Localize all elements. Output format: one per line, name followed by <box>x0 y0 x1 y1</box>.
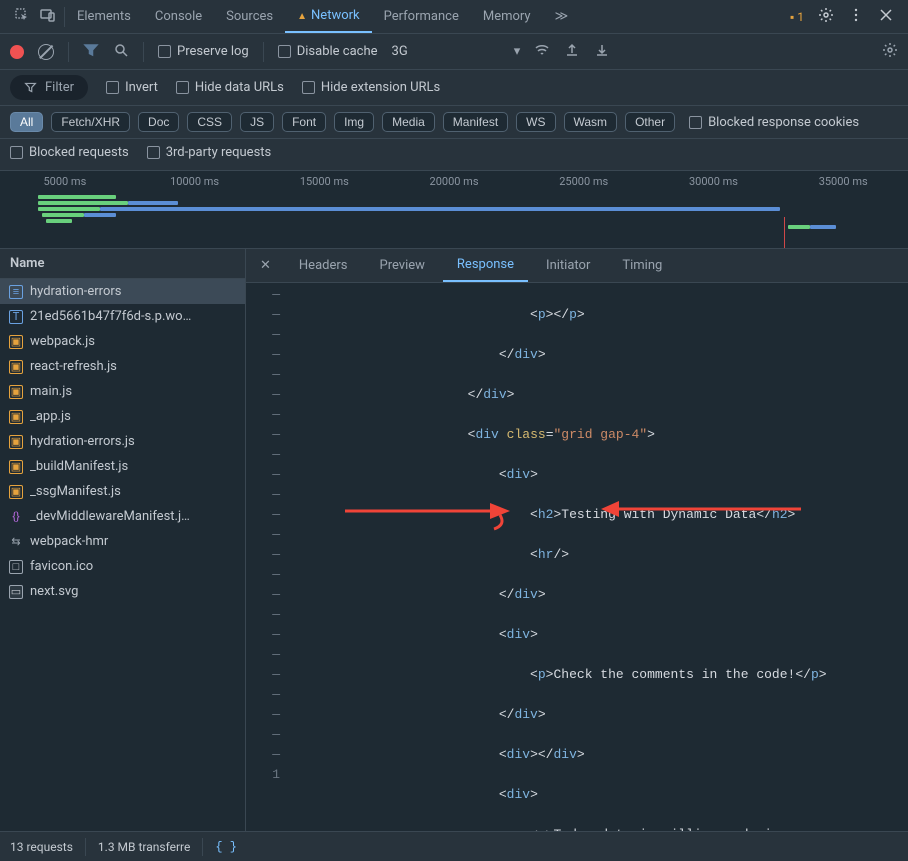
tl-tick: 25000 ms <box>519 175 649 191</box>
type-img[interactable]: Img <box>334 112 374 132</box>
request-row[interactable]: ▣_buildManifest.js <box>0 454 245 479</box>
search-icon[interactable] <box>113 42 129 62</box>
type-media[interactable]: Media <box>382 112 435 132</box>
tab-headers[interactable]: Headers <box>285 250 362 281</box>
tab-initiator[interactable]: Initiator <box>532 250 604 281</box>
request-row[interactable]: ▭next.svg <box>0 579 245 604</box>
inspect-icon[interactable] <box>14 7 30 27</box>
code-gutter: ————— ————— ————— ————— ———— 1 <box>246 283 290 831</box>
top-tabs: Elements Console Sources Network Perform… <box>0 0 908 34</box>
tab-preview[interactable]: Preview <box>366 250 439 281</box>
request-list-panel: Name ≡hydration-errors T21ed5661b47f7f6d… <box>0 249 246 831</box>
hide-ext-urls-checkbox[interactable]: Hide extension URLs <box>302 80 440 95</box>
type-doc[interactable]: Doc <box>138 112 179 132</box>
type-all[interactable]: All <box>10 112 43 132</box>
request-row[interactable]: ≡hydration-errors <box>0 279 245 304</box>
status-requests: 13 requests <box>10 840 73 854</box>
tl-tick: 15000 ms <box>259 175 389 191</box>
status-transferred: 1.3 MB transferre <box>98 840 190 854</box>
tab-response[interactable]: Response <box>443 249 528 282</box>
request-row[interactable]: ▣react-refresh.js <box>0 354 245 379</box>
blocked-cookies-checkbox[interactable]: Blocked response cookies <box>689 115 859 130</box>
network-toolbar: Preserve log Disable cache 3G ▾ <box>0 34 908 70</box>
type-fetch[interactable]: Fetch/XHR <box>51 112 130 132</box>
download-icon[interactable] <box>594 42 610 62</box>
request-row[interactable]: ▣_ssgManifest.js <box>0 479 245 504</box>
tl-tick: 10000 ms <box>130 175 260 191</box>
disable-cache-checkbox[interactable]: Disable cache <box>278 44 378 59</box>
tab-timing[interactable]: Timing <box>608 250 676 281</box>
tl-tick: 5000 ms <box>0 175 130 191</box>
blocked-requests-checkbox[interactable]: Blocked requests <box>10 145 129 160</box>
request-list: ≡hydration-errors T21ed5661b47f7f6d-s.p.… <box>0 279 245 831</box>
hide-data-urls-checkbox[interactable]: Hide data URLs <box>176 80 284 95</box>
request-row[interactable]: ⇆webpack-hmr <box>0 529 245 554</box>
tabs-more[interactable]: ≫ <box>543 1 581 32</box>
tab-memory[interactable]: Memory <box>471 1 543 32</box>
tl-tick: 35000 ms <box>778 175 908 191</box>
preserve-log-checkbox[interactable]: Preserve log <box>158 44 249 59</box>
clear-icon[interactable] <box>38 44 54 60</box>
wifi-icon[interactable] <box>534 42 550 62</box>
filter-funnel-icon[interactable] <box>83 42 99 62</box>
tab-elements[interactable]: Elements <box>65 1 143 32</box>
status-bar: 13 requests 1.3 MB transferre { } <box>0 831 908 861</box>
filter-input[interactable]: Filter <box>10 75 88 100</box>
type-font[interactable]: Font <box>282 112 326 132</box>
request-row[interactable]: ▣webpack.js <box>0 329 245 354</box>
type-manifest[interactable]: Manifest <box>443 112 508 132</box>
code-content: <p></p> </div> </div> <div class="grid g… <box>290 283 850 831</box>
type-ws[interactable]: WS <box>516 112 555 132</box>
record-button[interactable] <box>10 45 24 59</box>
filter-placeholder: Filter <box>45 80 74 95</box>
gear-icon[interactable] <box>882 42 898 62</box>
gear-icon[interactable] <box>818 7 834 27</box>
request-row[interactable]: ▣main.js <box>0 379 245 404</box>
tab-console[interactable]: Console <box>143 1 214 32</box>
type-js[interactable]: JS <box>240 112 274 132</box>
type-wasm[interactable]: Wasm <box>564 112 618 132</box>
close-icon[interactable] <box>878 7 894 27</box>
disable-cache-label: Disable cache <box>297 44 378 59</box>
tab-sources[interactable]: Sources <box>214 1 285 32</box>
pretty-print-icon[interactable]: { } <box>215 840 237 854</box>
network-timeline[interactable]: 5000 ms 10000 ms 15000 ms 20000 ms 25000… <box>0 171 908 249</box>
tl-tick: 20000 ms <box>389 175 519 191</box>
request-row[interactable]: T21ed5661b47f7f6d-s.p.wo… <box>0 304 245 329</box>
device-toggle-icon[interactable] <box>40 7 56 27</box>
type-filter-bar-2: Blocked requests 3rd-party requests <box>0 139 908 171</box>
invert-checkbox[interactable]: Invert <box>106 80 158 95</box>
request-row[interactable]: {}_devMiddlewareManifest.j… <box>0 504 245 529</box>
type-other[interactable]: Other <box>625 112 675 132</box>
details-panel: ✕ Headers Preview Response Initiator Tim… <box>246 249 908 831</box>
request-row[interactable]: □favicon.ico <box>0 554 245 579</box>
tab-performance[interactable]: Performance <box>372 1 471 32</box>
request-list-header[interactable]: Name <box>0 249 245 279</box>
issues-badge[interactable]: ▪ 1 <box>790 10 804 24</box>
tab-network[interactable]: Network <box>285 0 372 33</box>
type-css[interactable]: CSS <box>187 112 232 132</box>
third-party-checkbox[interactable]: 3rd-party requests <box>147 145 272 160</box>
filter-bar: Filter Invert Hide data URLs Hide extens… <box>0 70 908 106</box>
chevron-down-icon[interactable]: ▾ <box>514 44 521 59</box>
throttling-select[interactable]: 3G <box>392 44 408 59</box>
tl-tick: 30000 ms <box>649 175 779 191</box>
upload-icon[interactable] <box>564 42 580 62</box>
preserve-log-label: Preserve log <box>177 44 249 59</box>
type-filter-bar: All Fetch/XHR Doc CSS JS Font Img Media … <box>0 106 908 139</box>
detail-tabs: ✕ Headers Preview Response Initiator Tim… <box>246 249 908 283</box>
kebab-menu-icon[interactable] <box>848 7 864 27</box>
response-code-view[interactable]: ————— ————— ————— ————— ———— 1 <p></p> <… <box>246 283 908 831</box>
close-details-icon[interactable]: ✕ <box>250 252 281 279</box>
request-row[interactable]: ▣_app.js <box>0 404 245 429</box>
request-row[interactable]: ▣hydration-errors.js <box>0 429 245 454</box>
